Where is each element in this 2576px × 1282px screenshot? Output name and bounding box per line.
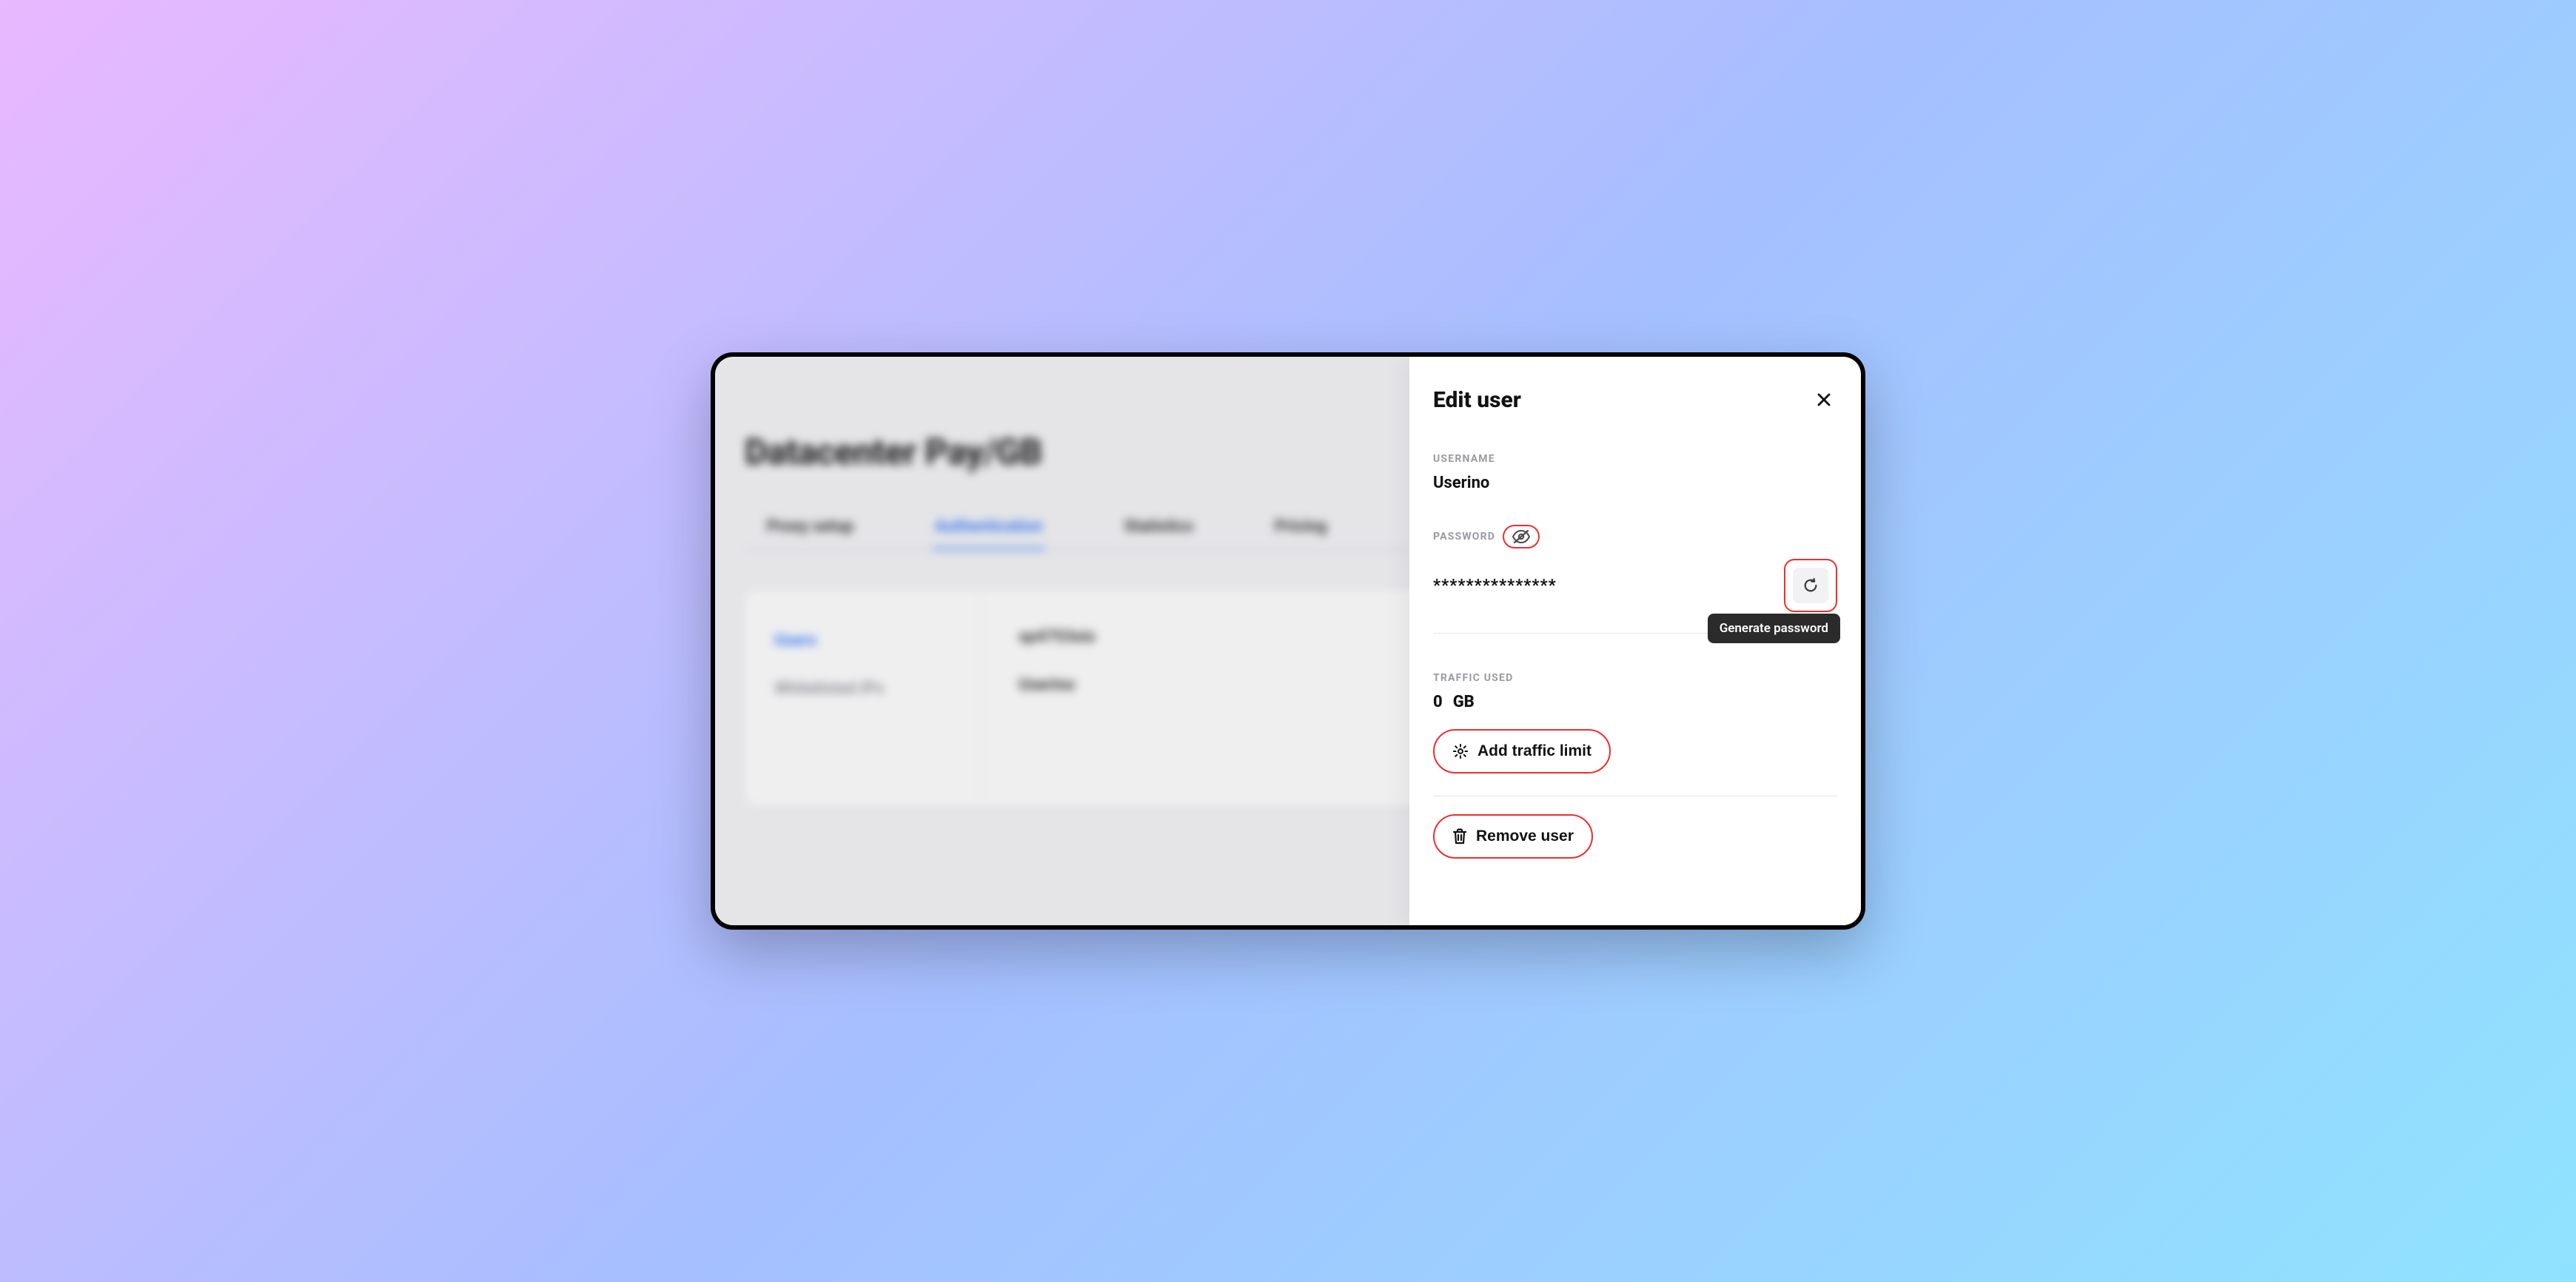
eye-off-icon	[1512, 529, 1531, 544]
drawer-title: Edit user	[1433, 387, 1521, 413]
regen-highlight: Generate password	[1784, 559, 1837, 612]
edit-user-drawer: Edit user USERNAME Userino PASSWORD	[1409, 357, 1861, 925]
trash-icon	[1452, 828, 1467, 845]
generate-password-button[interactable]	[1793, 568, 1828, 603]
remove-user-label: Remove user	[1476, 828, 1574, 845]
username-label: USERNAME	[1433, 453, 1837, 465]
remove-user-button[interactable]: Remove user	[1433, 814, 1593, 859]
traffic-section: TRAFFIC USED 0 GB	[1433, 672, 1837, 711]
traffic-unit: GB	[1453, 693, 1475, 711]
password-label: PASSWORD	[1433, 531, 1495, 543]
password-field: PASSWORD ***************	[1433, 525, 1837, 634]
drawer-header: Edit user	[1433, 386, 1837, 413]
close-icon	[1817, 392, 1831, 407]
password-masked: ***************	[1433, 577, 1557, 595]
app-window: Datacenter Pay/GB Proxy setup Authentica…	[711, 352, 1865, 930]
add-traffic-limit-label: Add traffic limit	[1477, 742, 1591, 760]
add-traffic-limit-button[interactable]: Add traffic limit	[1433, 729, 1611, 773]
gear-icon	[1452, 743, 1469, 759]
close-button[interactable]	[1811, 386, 1837, 413]
app-inner: Datacenter Pay/GB Proxy setup Authentica…	[715, 357, 1861, 925]
password-label-row: PASSWORD	[1433, 525, 1837, 548]
generate-password-tooltip: Generate password	[1708, 614, 1840, 643]
username-field: USERNAME Userino	[1433, 453, 1837, 492]
traffic-amount: 0	[1433, 693, 1443, 711]
username-value: Userino	[1433, 474, 1837, 492]
traffic-value-row: 0 GB	[1433, 693, 1837, 711]
toggle-password-visibility[interactable]	[1503, 525, 1540, 548]
password-row: *************** Generate password	[1433, 559, 1837, 612]
refresh-icon	[1802, 577, 1819, 594]
traffic-label: TRAFFIC USED	[1433, 672, 1837, 684]
